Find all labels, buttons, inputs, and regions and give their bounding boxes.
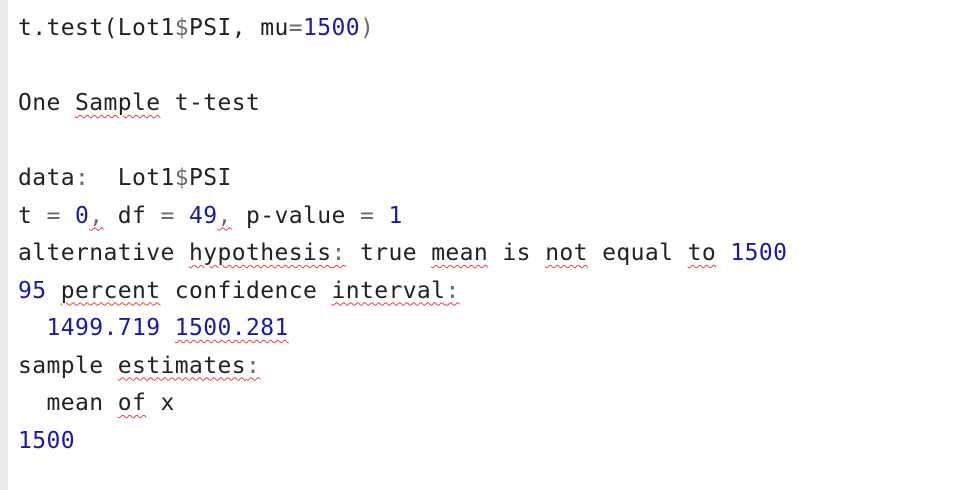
alt-word: mean xyxy=(431,240,489,266)
title-word: One xyxy=(18,90,75,116)
stats-line: t = 0, df = 49, p-value = 1 xyxy=(18,198,787,236)
est-name: of xyxy=(117,390,147,416)
field-token: PSI xyxy=(188,15,232,41)
command-line[interactable]: t.test(Lot1$PSI, mu=1500) xyxy=(18,10,787,48)
ci-word: confidence xyxy=(160,277,332,304)
t-value: 0 xyxy=(60,202,90,229)
dollar-token: $ xyxy=(174,15,189,41)
est-word: sample xyxy=(18,352,118,379)
ci-line: 95 percent confidence interval: xyxy=(18,273,787,311)
fn-token: t.test( xyxy=(18,15,118,41)
arg-token: Lot1 xyxy=(117,15,175,41)
test-title: One Sample t-test xyxy=(18,85,787,123)
field-token: PSI xyxy=(188,165,232,191)
estimate-value: 1500 xyxy=(18,427,75,454)
title-word: Sample xyxy=(75,90,161,116)
alt-word: hypothesis xyxy=(188,240,332,266)
null-value: 1500 xyxy=(716,240,788,266)
gutter-bar xyxy=(0,0,8,490)
estimates-line: sample estimates: xyxy=(18,348,787,386)
param-token: , mu xyxy=(231,15,289,41)
ci-upper: 1500.281 xyxy=(174,315,289,341)
ci-percent: 95 xyxy=(18,277,47,304)
alt-word: is xyxy=(488,240,546,266)
ci-word: interval xyxy=(331,277,446,304)
alternative-line: alternative hypothesis: true mean is not… xyxy=(18,235,787,273)
alt-word: true xyxy=(345,240,432,266)
equals-token: = xyxy=(160,202,175,229)
ci-values-line: 1499.719 1500.281 xyxy=(18,310,787,348)
dollar-token: $ xyxy=(174,165,189,191)
alt-word: not xyxy=(545,240,588,266)
colon: : xyxy=(75,165,90,191)
equals-token: = xyxy=(359,202,375,229)
t-label: t xyxy=(18,202,47,229)
data-line: data: Lot1$PSI xyxy=(18,160,787,198)
est-name: mean xyxy=(18,390,118,416)
comma: , xyxy=(89,202,104,229)
ci-sep xyxy=(160,315,174,341)
df-label: df xyxy=(103,202,161,229)
alt-word: to xyxy=(687,240,717,266)
console-output: t.test(Lot1$PSI, mu=1500) One Sample t-t… xyxy=(18,10,787,460)
ci-lower: 1499.719 xyxy=(46,315,161,341)
ci-word: percent xyxy=(60,277,161,304)
close-paren: ) xyxy=(359,15,375,41)
colon: : xyxy=(445,277,460,304)
alt-word: alternative xyxy=(18,240,189,266)
est-name: x xyxy=(146,390,175,416)
alt-word: equal xyxy=(587,240,688,266)
estimate-name-line: mean of x xyxy=(18,385,787,423)
p-label: p-value xyxy=(231,202,360,229)
data-label: data xyxy=(18,165,75,191)
mu-value: 1500 xyxy=(302,15,360,41)
equals-token: = xyxy=(46,202,61,229)
est-word: estimates xyxy=(117,352,246,379)
colon: : xyxy=(331,240,346,266)
p-value: 1 xyxy=(374,202,403,229)
equals-token: = xyxy=(288,15,303,41)
df-value: 49 xyxy=(174,202,218,229)
ci-word xyxy=(47,278,61,304)
data-var: Lot1 xyxy=(89,165,175,191)
title-word: t-test xyxy=(160,90,261,116)
colon: : xyxy=(245,352,261,379)
comma: , xyxy=(217,202,232,229)
